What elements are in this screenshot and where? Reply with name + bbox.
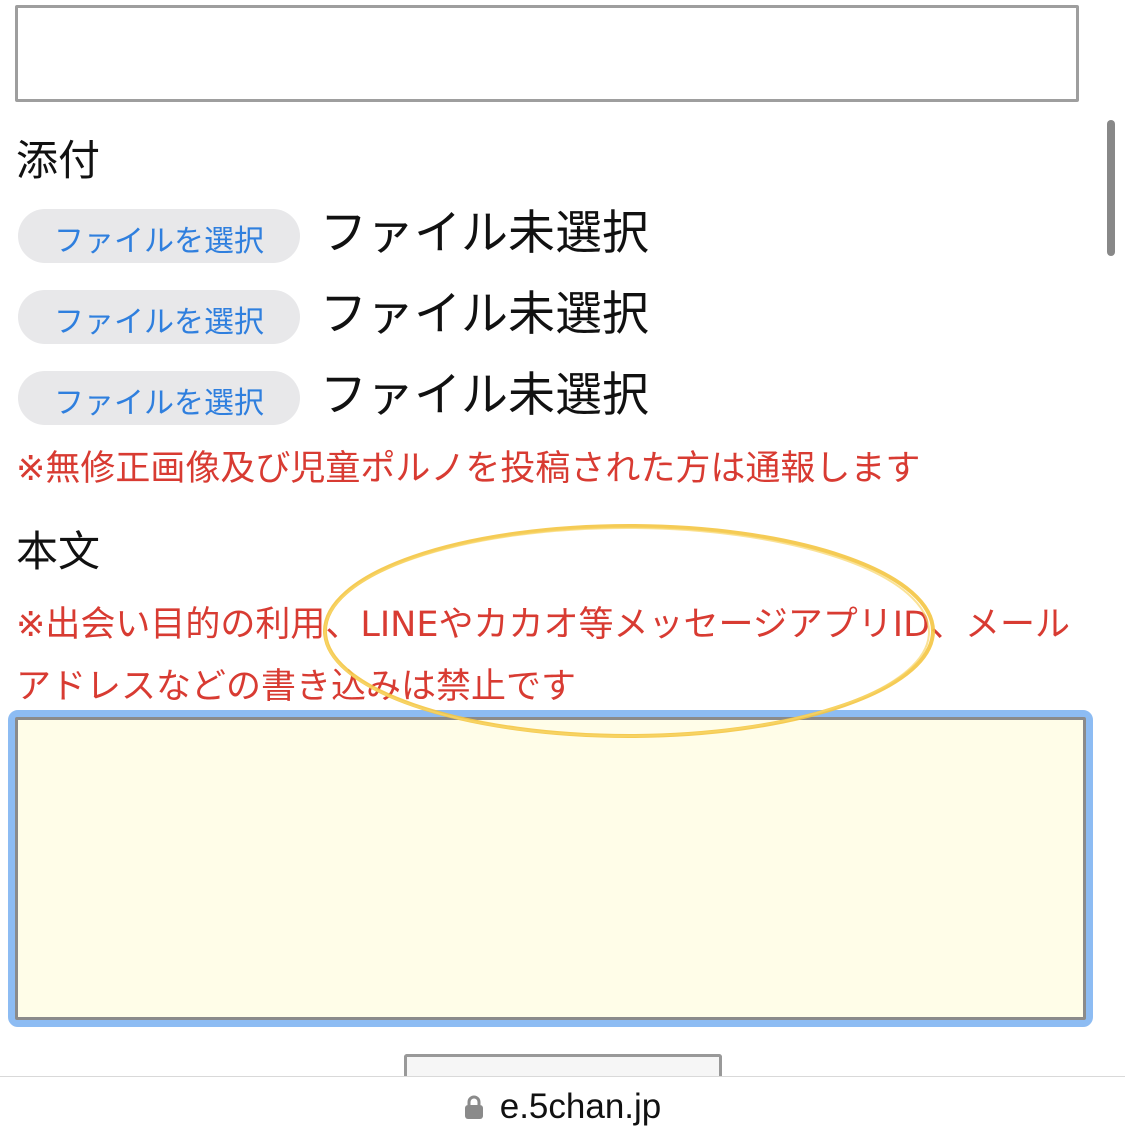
attachment-label: 添付 <box>16 136 101 185</box>
vertical-scrollbar[interactable] <box>1107 120 1115 256</box>
address-content: e.5chan.jp <box>0 1087 1125 1127</box>
body-warning-line-2: アドレスなどの書き込みは禁止です <box>16 667 577 707</box>
domain-text: e.5chan.jp <box>499 1087 662 1126</box>
body-warning-line-1: ※出会い目的の利用、LINEやカカオ等メッセージアプリID、メール <box>16 605 1071 645</box>
body-label: 本文 <box>16 527 101 576</box>
choose-file-button[interactable]: ファイルを選択 <box>18 209 300 263</box>
file-status: ファイル未選択 <box>320 368 649 423</box>
browser-address-bar[interactable]: e.5chan.jp <box>0 1076 1125 1138</box>
file-input-row: ファイルを選択 ファイル未選択 <box>18 368 649 426</box>
choose-file-button[interactable]: ファイルを選択 <box>18 290 300 344</box>
text-input-top[interactable] <box>15 5 1079 102</box>
file-input-row: ファイルを選択 ファイル未選択 <box>18 287 649 345</box>
file-input-row: ファイルを選択 ファイル未選択 <box>18 206 649 264</box>
lock-icon <box>464 1095 484 1120</box>
textarea-border <box>15 717 1086 1020</box>
attachment-warning: ※無修正画像及び児童ポルノを投稿された方は通報します <box>16 449 921 489</box>
file-status: ファイル未選択 <box>320 287 649 342</box>
page: 添付 ファイルを選択 ファイル未選択 ファイルを選択 ファイル未選択 ファイルを… <box>0 0 1125 1138</box>
file-status: ファイル未選択 <box>320 206 649 261</box>
body-textarea[interactable] <box>8 710 1093 1027</box>
choose-file-button[interactable]: ファイルを選択 <box>18 371 300 425</box>
